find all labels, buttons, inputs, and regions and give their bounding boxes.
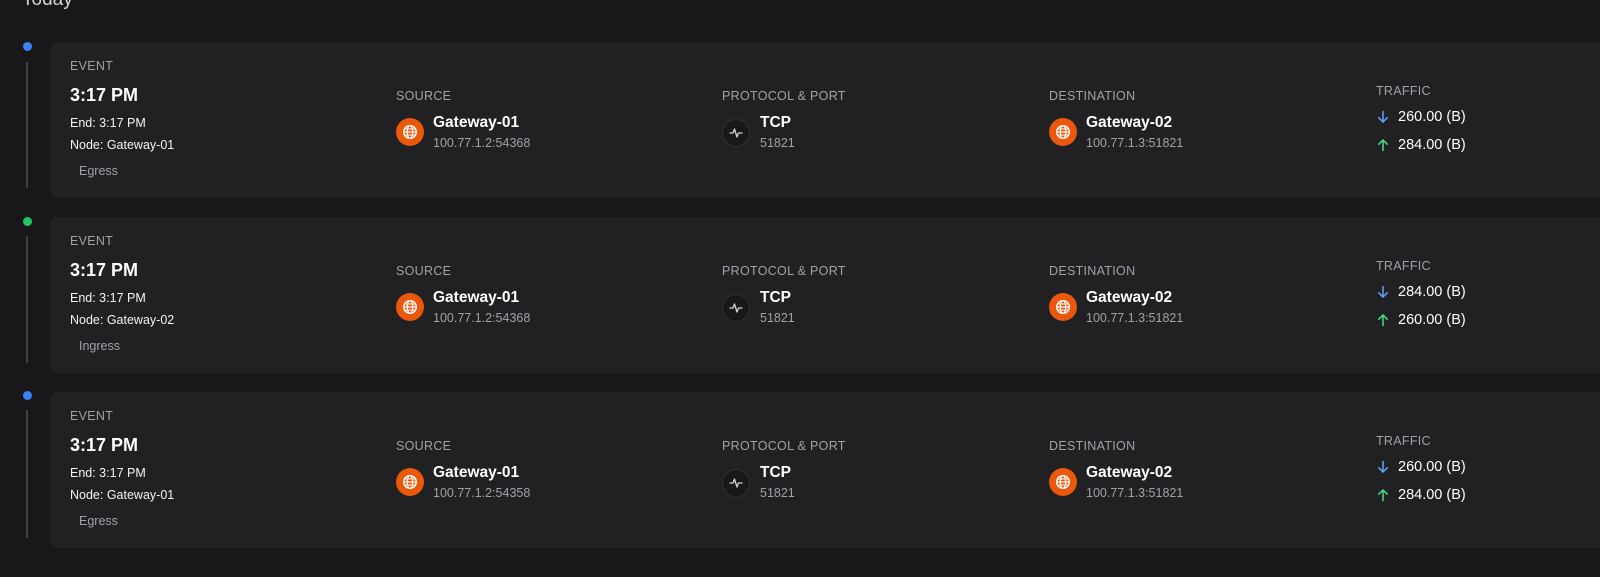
timeline-dot bbox=[23, 217, 32, 226]
traffic-column: TRAFFIC 284.00 (B) 260.00 (B) bbox=[1376, 259, 1596, 359]
arrow-up-icon bbox=[1378, 139, 1388, 152]
traffic-down-value: 284.00 (B) bbox=[1398, 284, 1466, 300]
destination-address: 100.77.1.3:51821 bbox=[1086, 486, 1184, 500]
section-title: Today bbox=[22, 0, 73, 12]
traffic-up-value: 284.00 (B) bbox=[1398, 487, 1466, 503]
arrow-down-icon bbox=[1378, 285, 1388, 298]
event-direction-badge: Egress bbox=[79, 164, 118, 178]
event-card[interactable]: EVENT 3:17 PM End: 3:17 PM Node: Gateway… bbox=[50, 392, 1600, 548]
traffic-up-value: 260.00 (B) bbox=[1398, 312, 1466, 328]
protocol-port-label: PROTOCOL & PORT bbox=[722, 264, 846, 278]
destination-column: DESTINATION bbox=[1049, 264, 1135, 279]
arrow-up-icon bbox=[1378, 314, 1388, 327]
flow-log-page: Today EVENT 3:17 PM End: 3:17 PM Node: G… bbox=[0, 0, 1600, 577]
destination-column: DESTINATION bbox=[1049, 89, 1135, 104]
globe-icon bbox=[1049, 293, 1077, 321]
destination-name: Gateway-02 bbox=[1086, 289, 1173, 306]
destination-address: 100.77.1.3:51821 bbox=[1086, 136, 1184, 150]
source-column: SOURCE bbox=[396, 264, 451, 279]
traffic-down-row: 260.00 (B) bbox=[1376, 458, 1466, 476]
event-time: 3:17 PM bbox=[70, 260, 139, 280]
event-node: Node: Gateway-02 bbox=[70, 313, 175, 327]
port-number: 51821 bbox=[760, 136, 795, 150]
arrow-down-icon bbox=[1378, 110, 1388, 123]
source-address: 100.77.1.2:54368 bbox=[433, 311, 531, 325]
event-column: EVENT bbox=[70, 409, 113, 424]
traffic-column: TRAFFIC 260.00 (B) 284.00 (B) bbox=[1376, 434, 1596, 534]
destination-label: DESTINATION bbox=[1049, 89, 1136, 103]
arrow-up-icon bbox=[1378, 489, 1388, 502]
protocol-port-label: PROTOCOL & PORT bbox=[722, 89, 846, 103]
arrow-down-icon bbox=[1378, 460, 1388, 473]
destination-label: DESTINATION bbox=[1049, 264, 1136, 278]
port-number: 51821 bbox=[760, 311, 795, 325]
protocol-port-label: PROTOCOL & PORT bbox=[722, 439, 846, 453]
globe-icon bbox=[396, 118, 424, 146]
globe-icon bbox=[1049, 118, 1077, 146]
event-end-time: End: 3:17 PM bbox=[70, 291, 146, 305]
event-card[interactable]: EVENT 3:17 PM End: 3:17 PM Node: Gateway… bbox=[50, 217, 1600, 373]
protocol-column: PROTOCOL & PORT bbox=[722, 89, 846, 104]
source-name: Gateway-01 bbox=[433, 114, 520, 131]
timeline-line bbox=[26, 410, 28, 538]
traffic-down-value: 260.00 (B) bbox=[1398, 109, 1466, 125]
traffic-up-value: 284.00 (B) bbox=[1398, 137, 1466, 153]
timeline-line bbox=[26, 236, 28, 363]
source-address: 100.77.1.2:54358 bbox=[433, 486, 531, 500]
event-column: EVENT bbox=[70, 59, 113, 74]
traffic-up-row: 284.00 (B) bbox=[1376, 136, 1466, 154]
source-address: 100.77.1.2:54368 bbox=[433, 136, 531, 150]
traffic-label: TRAFFIC bbox=[1376, 434, 1431, 448]
event-time: 3:17 PM bbox=[70, 85, 139, 105]
destination-name: Gateway-02 bbox=[1086, 464, 1173, 481]
traffic-down-row: 260.00 (B) bbox=[1376, 108, 1466, 126]
source-name: Gateway-01 bbox=[433, 464, 520, 481]
traffic-down-value: 260.00 (B) bbox=[1398, 459, 1466, 475]
event-direction-badge: Ingress bbox=[79, 339, 120, 353]
timeline-dot bbox=[23, 42, 32, 51]
globe-icon bbox=[1049, 468, 1077, 496]
traffic-up-row: 260.00 (B) bbox=[1376, 311, 1466, 329]
event-label: EVENT bbox=[70, 59, 114, 73]
event-node: Node: Gateway-01 bbox=[70, 488, 175, 502]
protocol-column: PROTOCOL & PORT bbox=[722, 439, 846, 454]
source-column: SOURCE bbox=[396, 439, 451, 454]
event-end-time: End: 3:17 PM bbox=[70, 466, 146, 480]
event-column: EVENT bbox=[70, 234, 113, 249]
source-label: SOURCE bbox=[396, 89, 452, 103]
timeline-line bbox=[26, 62, 28, 188]
protocol-name: TCP bbox=[760, 464, 791, 481]
traffic-label: TRAFFIC bbox=[1376, 84, 1431, 98]
traffic-up-row: 284.00 (B) bbox=[1376, 486, 1466, 504]
protocol-column: PROTOCOL & PORT bbox=[722, 264, 846, 279]
source-label: SOURCE bbox=[396, 264, 452, 278]
globe-icon bbox=[396, 293, 424, 321]
source-column: SOURCE bbox=[396, 89, 451, 104]
destination-column: DESTINATION bbox=[1049, 439, 1135, 454]
activity-icon bbox=[722, 119, 750, 147]
timeline-dot bbox=[23, 391, 32, 400]
event-direction-badge: Egress bbox=[79, 514, 118, 528]
port-number: 51821 bbox=[760, 486, 795, 500]
traffic-down-row: 284.00 (B) bbox=[1376, 283, 1466, 301]
destination-address: 100.77.1.3:51821 bbox=[1086, 311, 1184, 325]
protocol-name: TCP bbox=[760, 114, 791, 131]
source-name: Gateway-01 bbox=[433, 289, 520, 306]
activity-icon bbox=[722, 294, 750, 322]
event-label: EVENT bbox=[70, 409, 114, 423]
traffic-column: TRAFFIC 260.00 (B) 284.00 (B) bbox=[1376, 84, 1596, 184]
event-node: Node: Gateway-01 bbox=[70, 138, 175, 152]
globe-icon bbox=[396, 468, 424, 496]
event-end-time: End: 3:17 PM bbox=[70, 116, 146, 130]
protocol-name: TCP bbox=[760, 289, 791, 306]
destination-label: DESTINATION bbox=[1049, 439, 1136, 453]
traffic-label: TRAFFIC bbox=[1376, 259, 1431, 273]
source-label: SOURCE bbox=[396, 439, 452, 453]
event-time: 3:17 PM bbox=[70, 435, 139, 455]
event-label: EVENT bbox=[70, 234, 114, 248]
event-card[interactable]: EVENT 3:17 PM End: 3:17 PM Node: Gateway… bbox=[50, 42, 1600, 198]
activity-icon bbox=[722, 469, 750, 497]
destination-name: Gateway-02 bbox=[1086, 114, 1173, 131]
